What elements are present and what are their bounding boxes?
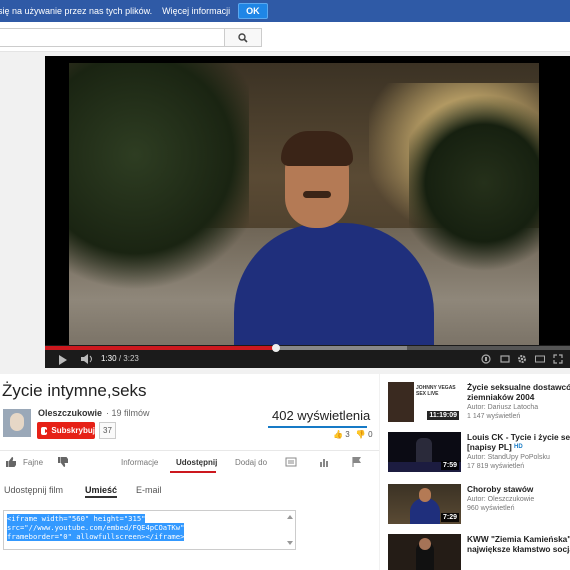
duration-badge: 7:29 [440, 513, 459, 522]
cookie-consent-bar: się na używanie przez nas tych plików. W… [0, 0, 570, 22]
search-button[interactable] [224, 28, 262, 47]
video-plant-right [409, 93, 539, 273]
recommendation-title[interactable]: KWW "Ziemia Kamieńska" największe kłamst… [467, 534, 570, 554]
recommendation-title[interactable]: Życie seksualne dostawców ziemniaków 200… [467, 382, 570, 402]
channel-video-count[interactable]: · 19 filmów [106, 408, 150, 418]
search-icon [238, 32, 248, 43]
cookie-text: się na używanie przez nas tych plików. [0, 6, 153, 16]
embed-code-line: src="//www.youtube.com/embed/FQE4pCOaTKw… [7, 523, 185, 532]
list-item[interactable]: JOHNNY VEGAS SEX LIVE 11:19:09 Życie sek… [388, 382, 570, 426]
avatar[interactable] [3, 409, 31, 437]
time-display: 1:30 / 3:23 [101, 354, 139, 363]
video-person-mustache [303, 191, 331, 198]
view-count: 402 wyświetlenia [272, 408, 371, 423]
share-tab-udostepnij-film[interactable]: Udostępnij film [4, 485, 63, 495]
video-person-hair [281, 131, 353, 166]
thumbs-up-icon[interactable] [5, 456, 17, 468]
cookie-more-link[interactable]: Więcej informacji [162, 6, 230, 16]
list-item[interactable]: KWW "Ziemia Kamieńska" największe kłamst… [388, 534, 570, 570]
fullscreen-icon[interactable] [553, 354, 563, 364]
progress-scrubber[interactable] [272, 344, 280, 352]
recommendation-views: 960 wyświetleń [467, 505, 515, 512]
video-thumbnail[interactable]: 7:29 [388, 484, 461, 524]
theater-mode-icon[interactable] [535, 354, 545, 364]
like-counts: 👍 3 👎 0 [333, 430, 373, 439]
title-line: [napisy PL] [467, 442, 512, 452]
annotations-icon[interactable] [481, 354, 491, 364]
tab-udostepnij[interactable]: Udostępnij [176, 458, 217, 467]
recommendation-author[interactable]: Autor: StandUpy PoPolsku [467, 454, 550, 461]
video-thumbnail[interactable]: 7:59 [388, 432, 461, 472]
progress-played [45, 346, 276, 350]
thumbnail-text: JOHNNY VEGAS SEX LIVE [416, 385, 456, 397]
title-line: KWW "Ziemia Kamieńska" [467, 534, 570, 544]
hd-badge: HD [514, 444, 523, 450]
player-controls: 1:30 / 3:23 [45, 344, 570, 368]
title-line: Życie seksualne dostawców [467, 382, 570, 392]
channel-name[interactable]: Oleszczukowie [38, 408, 102, 418]
search-input[interactable] [0, 28, 228, 47]
video-title: Życie intymne,seks [2, 381, 147, 400]
embed-code-textarea[interactable]: <iframe width="560" height="315" src="//… [3, 510, 296, 550]
subscriber-count: 37 [99, 422, 116, 439]
cookie-ok-button[interactable]: OK [238, 3, 268, 19]
thumbnail-head [419, 538, 431, 550]
title-line: ziemniaków 2004 [467, 392, 535, 402]
youtube-logo-icon [41, 426, 50, 435]
volume-icon[interactable] [81, 354, 95, 364]
tab-dodaj-do[interactable]: Dodaj do [235, 458, 267, 467]
watch-later-icon[interactable] [500, 354, 510, 364]
thumbnail-head [419, 488, 431, 502]
thumbs-down-small-icon: 👎 [355, 430, 366, 439]
transcript-icon[interactable] [285, 456, 297, 468]
channel-info: Oleszczukowie · 19 filmów [38, 408, 150, 418]
video-thumbnail[interactable]: JOHNNY VEGAS SEX LIVE 11:19:09 [388, 382, 461, 422]
duration-badge: 7:59 [440, 461, 459, 470]
title-line: Louis CK - Tycie i życie seks [467, 432, 570, 442]
video-frame[interactable] [69, 63, 539, 348]
share-tab-umiesc[interactable]: Umieść [85, 485, 118, 498]
dislike-count: 0 [368, 430, 373, 439]
video-info-panel: Życie intymne,seks Oleszczukowie · 19 fil… [0, 374, 379, 570]
title-line: Choroby stawów [467, 484, 534, 494]
subscribe-label: Subskrybuj [51, 426, 95, 435]
recommendation-views: 1 147 wyświetleń [467, 413, 521, 420]
active-tab-indicator [170, 471, 216, 473]
tab-informacje[interactable]: Informacje [121, 458, 158, 467]
recommendation-title[interactable]: Choroby stawów [467, 484, 570, 494]
like-button[interactable]: Fajne [23, 458, 43, 467]
recommendation-author[interactable]: Autor: Dariusz Latocha [467, 404, 538, 411]
list-item[interactable]: 7:59 Louis CK - Tycie i życie seks [napi… [388, 432, 570, 476]
masthead [0, 22, 570, 52]
list-item[interactable]: 7:29 Choroby stawów Autor: Oleszczukowie… [388, 484, 568, 528]
gear-icon[interactable] [517, 354, 527, 364]
duration-badge: 11:19:09 [427, 411, 459, 420]
video-plant-left [69, 63, 249, 293]
action-bar: Fajne Informacje Udostępnij Dodaj do [0, 450, 379, 474]
thumbs-up-small-icon: 👍 [333, 430, 343, 439]
flag-icon[interactable] [351, 456, 363, 468]
recommendation-author[interactable]: Autor: Oleszczukowie [467, 496, 534, 503]
thumbs-down-icon[interactable] [57, 456, 69, 468]
embed-code-line: <iframe width="560" height="315" [7, 514, 146, 523]
like-ratio-bar [268, 426, 367, 428]
embed-code-line: frameborder="0" allowfullscreen></iframe… [7, 532, 185, 541]
title-line: największe kłamstwo socja [467, 544, 570, 554]
recommendation-views: 17 819 wyświetleń [467, 463, 525, 470]
textarea-scroll-arrows[interactable] [287, 514, 293, 546]
video-thumbnail[interactable] [388, 534, 461, 570]
subscribe-button[interactable]: Subskrybuj [37, 422, 95, 439]
statistics-icon[interactable] [318, 456, 330, 468]
related-videos-sidebar: JOHNNY VEGAS SEX LIVE 11:19:09 Życie sek… [380, 374, 570, 570]
play-icon[interactable] [59, 355, 67, 365]
current-time: 1:30 [101, 354, 117, 363]
recommendation-title[interactable]: Louis CK - Tycie i życie seks [napisy PL… [467, 432, 570, 452]
share-tab-email[interactable]: E-mail [136, 485, 162, 495]
like-count: 3 [345, 430, 350, 439]
duration: 3:23 [123, 354, 139, 363]
thumbnail-portrait [388, 382, 414, 422]
video-player[interactable]: 1:30 / 3:23 [45, 56, 570, 368]
